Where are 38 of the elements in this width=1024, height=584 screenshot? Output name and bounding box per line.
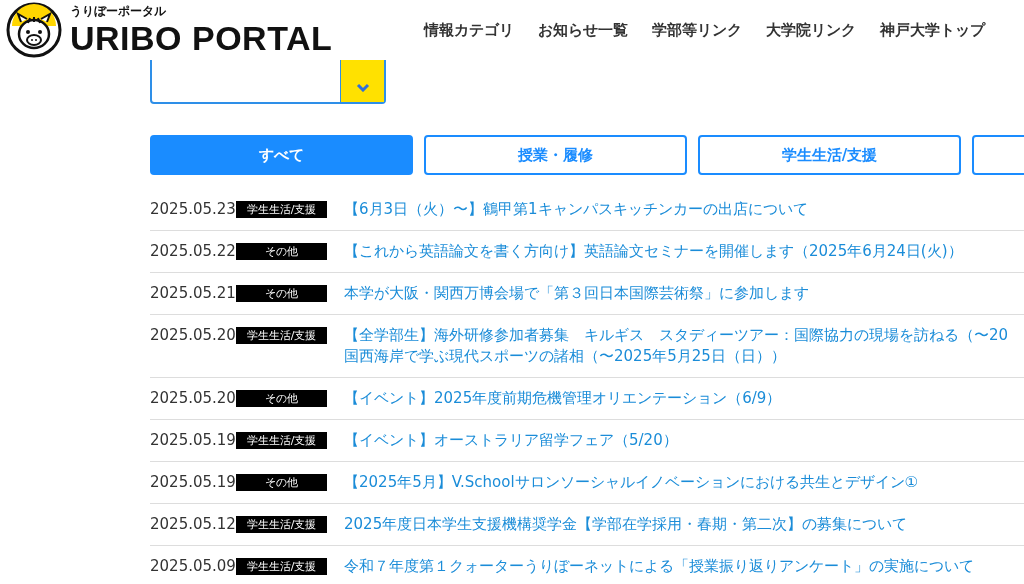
news-date: 2025.05.23 [150, 199, 236, 220]
logo-title: URIBO PORTAL [70, 21, 333, 55]
category-label: 学生生活/支援 [236, 558, 327, 575]
category-label: 学生生活/支援 [236, 432, 327, 449]
news-date: 2025.05.12 [150, 514, 236, 535]
logo-subtitle: うりぼーポータル [70, 5, 167, 17]
news-link[interactable]: 【これから英語論文を書く方向け】英語論文セミナーを開催します（2025年6月24日(火)） [344, 241, 963, 262]
nav-link[interactable]: 学部等リンク [652, 18, 743, 42]
nav-link[interactable]: お知らせ一覧 [538, 18, 629, 42]
category-label: 学生生活/支援 [236, 516, 327, 533]
category-label: その他 [236, 390, 327, 407]
news-link[interactable]: 【イベント】2025年度前期危機管理オリエンテーション（6/9） [344, 388, 782, 409]
chevron-down-icon [355, 83, 370, 92]
category-tab[interactable]: 学生生活/支援 [698, 135, 961, 175]
news-date: 2025.05.19 [150, 430, 236, 451]
news-link[interactable]: 令和７年度第１クォーターうりぼーネットによる「授業振り返りアンケート」の実施について [344, 556, 974, 577]
news-link[interactable]: 【6月3日（火）〜】鶴甲第1キャンパスキッチンカーの出店について [344, 199, 808, 220]
nav-link[interactable]: 情報カテゴリ [424, 18, 515, 42]
category-label: その他 [236, 285, 327, 302]
news-date: 2025.05.19 [150, 472, 236, 493]
category-label: 学生生活/支援 [236, 327, 327, 344]
news-date: 2025.05.20 [150, 388, 236, 409]
nav-link[interactable]: 神戸大学トップ [880, 18, 986, 42]
nav-link[interactable]: 大学院リンク [766, 18, 857, 42]
news-date: 2025.05.20 [150, 325, 236, 346]
news-date: 2025.05.22 [150, 241, 236, 262]
category-label: その他 [236, 243, 327, 260]
news-date: 2025.05.09 [150, 556, 236, 577]
news-date: 2025.05.21 [150, 283, 236, 304]
category-label: その他 [236, 474, 327, 491]
news-link[interactable]: 本学が大阪・関西万博会場で「第３回日本国際芸術祭」に参加します [344, 283, 809, 304]
category-label: 学生生活/支援 [236, 201, 327, 218]
news-link[interactable]: 【全学部生】海外研修参加者募集 キルギス スタディーツアー：国際協力の現場を訪ねる（〜20 国西海岸で学ぶ現代スポーツの諸相（〜2025年5月25日（日）） [344, 325, 1009, 367]
news-link[interactable]: 2025年度日本学生支援機構奨学金【学部在学採用・春期・第二次】の募集について [344, 514, 908, 535]
news-link[interactable]: 【2025年5月】V.Schoolサロンソーシャルイノベーションにおける共生とデザイン① [344, 472, 919, 493]
news-link[interactable]: 【イベント】オーストラリア留学フェア（5/20） [344, 430, 678, 451]
category-tab[interactable]: すべて [150, 135, 413, 175]
category-tab[interactable]: 授業・履修 [424, 135, 687, 175]
